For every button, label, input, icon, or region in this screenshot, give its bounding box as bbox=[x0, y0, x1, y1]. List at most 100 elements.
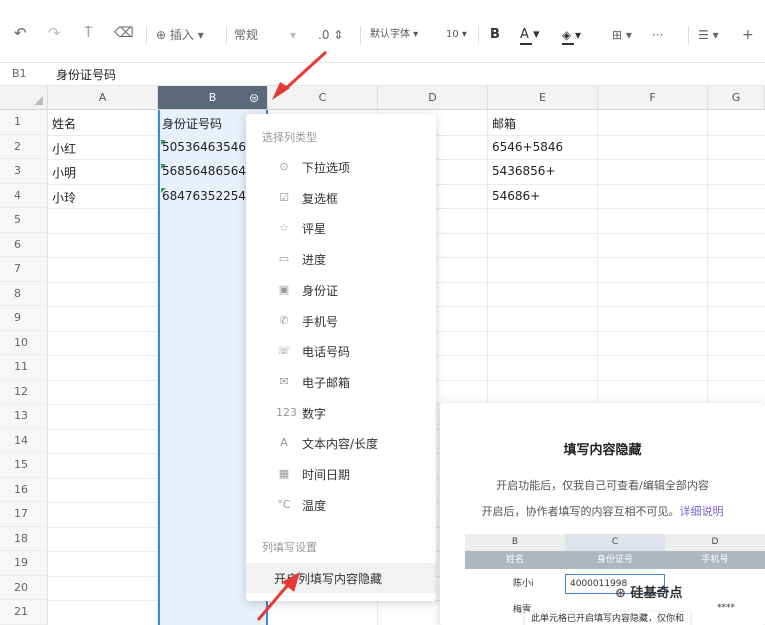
formula-input[interactable]: 身份证号码 bbox=[56, 66, 116, 83]
row-header-10[interactable]: 10 bbox=[0, 330, 48, 355]
menu-item-1[interactable]: ☑ 复选框 bbox=[246, 183, 436, 213]
column-header-d[interactable]: D bbox=[378, 86, 488, 110]
column-header-g[interactable]: G bbox=[708, 86, 765, 110]
cell-e2[interactable]: 6546+5846 bbox=[488, 140, 594, 154]
cell-a4[interactable]: 小玲 bbox=[48, 189, 154, 206]
row-header-7[interactable]: 7 bbox=[0, 257, 48, 282]
undo-icon[interactable]: ↶ bbox=[14, 24, 27, 42]
cell-indicator bbox=[161, 164, 166, 169]
vertical-align-icon: + bbox=[742, 27, 754, 43]
menu-heading: 选择列类型 bbox=[262, 131, 317, 144]
tooltip-line1: 开启功能后，仅我自己可查看/编辑全部内容 bbox=[496, 479, 709, 492]
format-painter-icon[interactable]: ⍑ bbox=[84, 24, 92, 42]
chevron-down-icon[interactable]: ▾ bbox=[290, 26, 296, 44]
decimal-label: .0 bbox=[318, 28, 330, 42]
align-button[interactable]: ☰ ▾ bbox=[698, 26, 719, 44]
row-header-21[interactable]: 21 bbox=[0, 600, 48, 625]
row-header-5[interactable]: 5 bbox=[0, 208, 48, 233]
menu-item-5[interactable]: ✆ 手机号 bbox=[246, 306, 436, 336]
menu-item-icon: ✆ bbox=[279, 313, 289, 327]
menu-item-icon: ▣ bbox=[278, 282, 290, 296]
menu-item-7[interactable]: ✉ 电子邮箱 bbox=[246, 367, 436, 397]
row-header-4[interactable]: 4 bbox=[0, 183, 48, 208]
row-header-12[interactable]: 12 bbox=[0, 379, 48, 404]
menu-item-label: 身份证 bbox=[302, 283, 339, 298]
menu-item-label: 手机号 bbox=[302, 314, 339, 329]
bold-button[interactable]: B bbox=[490, 26, 500, 44]
column-header-e[interactable]: E bbox=[488, 86, 598, 110]
cell-e4[interactable]: 54686+ bbox=[488, 189, 594, 203]
menu-item-label: 温度 bbox=[302, 498, 327, 513]
row-header-3[interactable]: 3 bbox=[0, 159, 48, 184]
preview-hidden-value: **** bbox=[717, 603, 735, 613]
decimal-stepper[interactable]: .0 ⇕ bbox=[318, 26, 343, 44]
font-size-label: 10 bbox=[446, 29, 459, 40]
column-type-menu: 选择列类型 ⊙ 下拉选项 ☑ 复选框 ☆ 评星 ▭ 进度 ▣ 身份证 ✆ 手机号 ☏ 电话号码 ✉ 电子邮箱 1… bbox=[246, 114, 436, 601]
cell-indicator bbox=[161, 140, 166, 145]
cell-a3[interactable]: 小明 bbox=[48, 164, 154, 181]
select-all-corner[interactable] bbox=[0, 86, 48, 110]
border-button[interactable]: ⊞ ▾ bbox=[612, 26, 632, 44]
font-color-button[interactable]: A ▾ bbox=[520, 26, 540, 45]
row-header-14[interactable]: 14 bbox=[0, 428, 48, 453]
cell-a2[interactable]: 小红 bbox=[48, 140, 154, 157]
wechat-icon: ⊛ bbox=[615, 586, 626, 601]
menu-item-3[interactable]: ▭ 进度 bbox=[246, 244, 436, 274]
row-header-11[interactable]: 11 bbox=[0, 355, 48, 380]
border-icon: ⊞ bbox=[612, 28, 623, 42]
row-header-9[interactable]: 9 bbox=[0, 306, 48, 331]
fill-color-button[interactable]: ◈ ▾ bbox=[562, 26, 581, 45]
row-header-6[interactable]: 6 bbox=[0, 232, 48, 257]
row-header-20[interactable]: 20 bbox=[0, 575, 48, 600]
row-header-1[interactable]: 1 bbox=[0, 110, 48, 135]
menu-item-10[interactable]: ▦ 时间日期 bbox=[246, 459, 436, 489]
menu-item-11[interactable]: °C 温度 bbox=[246, 490, 436, 520]
menu-item-6[interactable]: ☏ 电话号码 bbox=[246, 336, 436, 366]
watermark-text: 硅基奇点 bbox=[630, 586, 683, 601]
menu-item-0[interactable]: ⊙ 下拉选项 bbox=[246, 152, 436, 182]
menu-item-9[interactable]: A 文本内容/长度 bbox=[246, 428, 436, 458]
insert-button[interactable]: ⊕ 插入 ▾ bbox=[156, 26, 204, 44]
cell-e3[interactable]: 5436856+ bbox=[488, 164, 594, 178]
menu-item-2[interactable]: ☆ 评星 bbox=[246, 213, 436, 243]
menu-item-label: 文本内容/长度 bbox=[302, 437, 379, 452]
cell-a1[interactable]: 姓名 bbox=[48, 115, 154, 132]
preview-image: B C D 姓名 身份证号 手机号 陈小i 4000011998 梅雪 ****… bbox=[465, 534, 765, 625]
menu-item-8[interactable]: 123 数字 bbox=[246, 398, 436, 428]
menu-item-label: 数字 bbox=[302, 406, 327, 421]
font-family-select[interactable]: 默认字体 ▾ bbox=[370, 26, 418, 44]
vertical-align-button[interactable]: + bbox=[742, 26, 754, 44]
preview-header-id: 身份证号 bbox=[565, 551, 665, 569]
row-header-15[interactable]: 15 bbox=[0, 453, 48, 478]
row-header-16[interactable]: 16 bbox=[0, 477, 48, 502]
column-header-b[interactable]: B ⊜ bbox=[158, 86, 268, 110]
more-icon: ··· bbox=[652, 28, 664, 42]
preview-col-c: C bbox=[565, 534, 665, 551]
redo-icon[interactable]: ↷ bbox=[48, 24, 61, 42]
more-button[interactable]: ··· bbox=[652, 26, 663, 44]
menu-item-4[interactable]: ▣ 身份证 bbox=[246, 275, 436, 305]
row-header-17[interactable]: 17 bbox=[0, 502, 48, 527]
preview-col-d: D bbox=[665, 534, 765, 551]
row-header-8[interactable]: 8 bbox=[0, 281, 48, 306]
column-header-f[interactable]: F bbox=[598, 86, 708, 110]
details-link[interactable]: 详细说明 bbox=[680, 505, 724, 518]
eraser-icon[interactable]: ⌫ bbox=[114, 24, 134, 42]
column-header-a[interactable]: A bbox=[48, 86, 158, 110]
row-header-18[interactable]: 18 bbox=[0, 526, 48, 551]
row-header-19[interactable]: 19 bbox=[0, 551, 48, 576]
cell-e1[interactable]: 邮箱 bbox=[488, 115, 594, 132]
menu-item-icon: 123 bbox=[276, 405, 297, 419]
preview-header-name: 姓名 bbox=[465, 551, 565, 569]
cell-reference[interactable]: B1 bbox=[12, 67, 27, 80]
font-size-select[interactable]: 10 ▾ bbox=[446, 26, 467, 44]
menu-item-icon: ☏ bbox=[277, 344, 291, 358]
menu-item-icon: A bbox=[280, 436, 288, 450]
column-menu-icon[interactable]: ⊜ bbox=[249, 86, 259, 110]
tooltip-line2: 开启后，协作者填写的内容互相不可见。详细说明 bbox=[440, 503, 765, 519]
menu-item-label: 评星 bbox=[302, 222, 327, 237]
number-format-select[interactable]: 常规 bbox=[234, 26, 258, 44]
row-header-2[interactable]: 2 bbox=[0, 134, 48, 159]
row-header-13[interactable]: 13 bbox=[0, 404, 48, 429]
menu-item-label: 电子邮箱 bbox=[302, 375, 351, 390]
